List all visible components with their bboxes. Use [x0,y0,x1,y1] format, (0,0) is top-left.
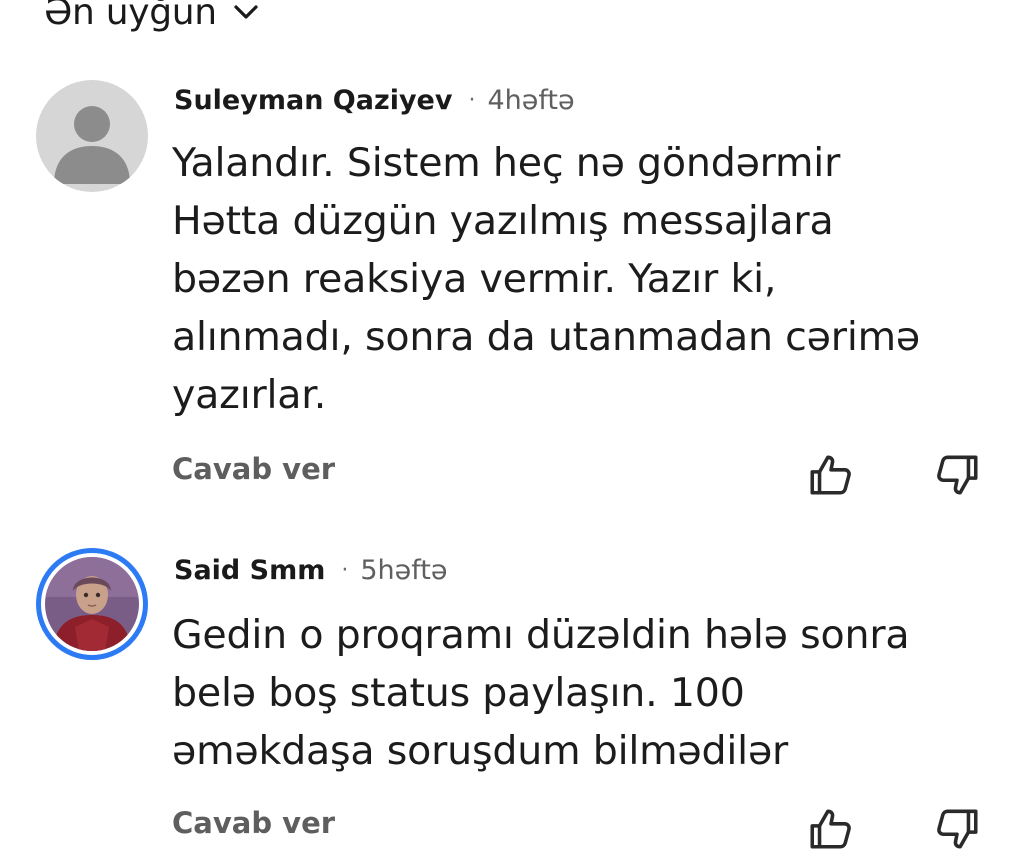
comment-author[interactable]: Suleyman Qaziyev [174,85,452,116]
comment-text-line: Yalandır. Sistem heç nə göndərmir [172,140,841,186]
separator-dot: · [341,557,349,583]
separator-dot: · [468,87,476,113]
comment-timestamp: 4həftə [487,84,575,116]
thumbs-down-icon[interactable] [932,804,982,854]
reply-button[interactable]: Cavab ver [172,806,335,840]
comment-text-line: Hətta düzgün yazılmış messajlara [172,198,834,244]
comment-header: Said Smm · 5həftə [174,550,448,590]
comment-text-line: bəzən reaksiya vermir. Yazır ki, [172,256,777,302]
comment-text: Gedin o proqramı düzəldin hələ sonra bel… [172,606,1002,780]
profile-photo-avatar[interactable] [36,548,148,660]
sort-label: Ən uyğun [44,0,217,33]
sort-dropdown[interactable]: Ən uyğun [44,0,261,40]
comment-text-line: belə boş status paylaşın. 100 [172,670,745,716]
comment-text-line: yazırlar. [172,372,327,418]
comment-text-line: Gedin o proqramı düzəldin hələ sonra [172,612,910,658]
comment-header: Suleyman Qaziyev · 4həftə [174,80,575,120]
comment-author[interactable]: Said Smm [174,555,325,586]
default-avatar-icon[interactable] [36,80,148,192]
chevron-down-icon [234,5,258,19]
comment-text-line: əməkdaşa soruşdum bilmədilər [172,728,789,774]
comment-text-line: alınmadı, sonra da utanmadan cərimə [172,314,920,360]
reply-button[interactable]: Cavab ver [172,452,335,486]
thumbs-up-icon[interactable] [806,450,856,500]
comment-timestamp: 5həftə [360,554,448,586]
thumbs-down-icon[interactable] [932,450,982,500]
comment-text: Yalandır. Sistem heç nə göndərmir Hətta … [172,134,1002,424]
thumbs-up-icon[interactable] [806,804,856,854]
